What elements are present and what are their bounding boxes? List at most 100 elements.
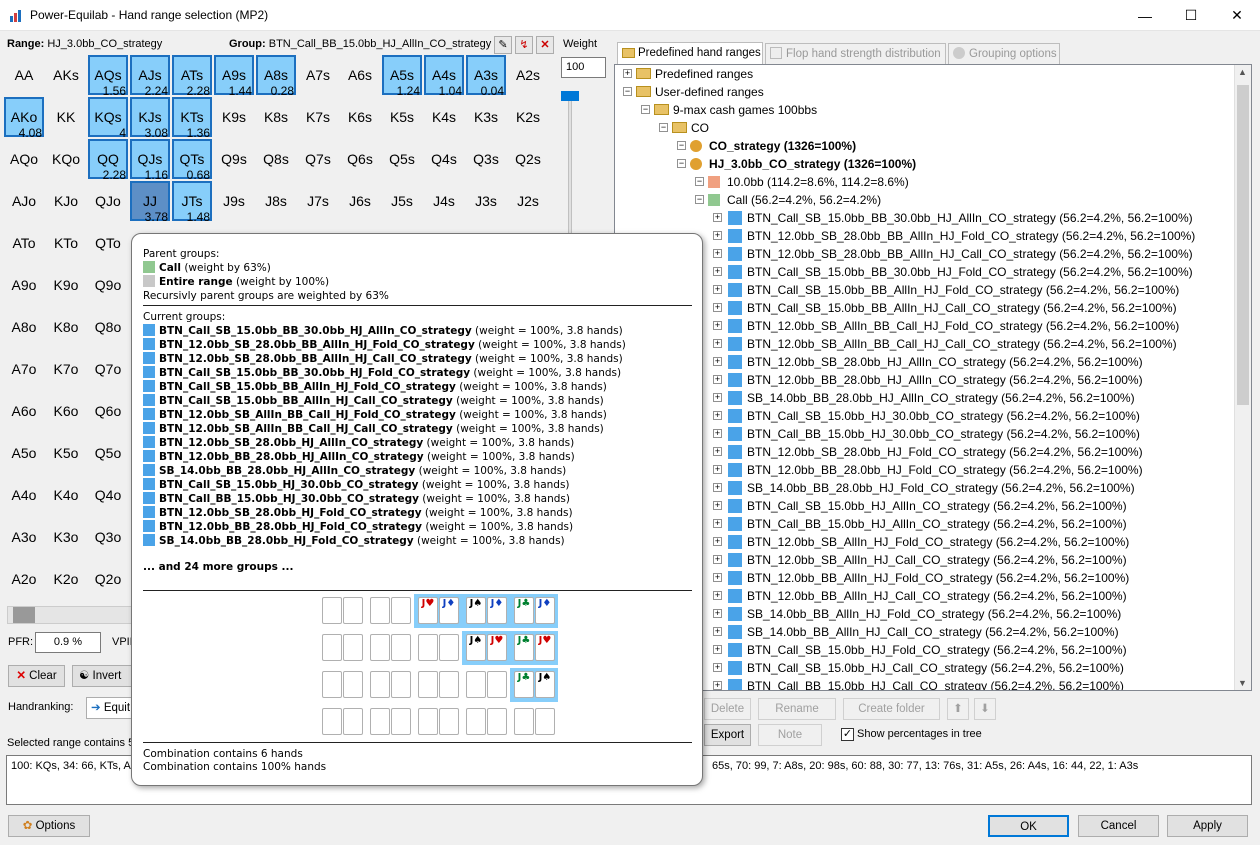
apply-button[interactable]: Apply [1167, 815, 1248, 837]
expand-icon[interactable]: + [713, 663, 722, 672]
playing-card[interactable] [322, 671, 342, 698]
hand-cell[interactable]: ATo [4, 223, 44, 263]
note-button[interactable]: Note [758, 724, 822, 746]
playing-card[interactable] [343, 634, 363, 661]
maximize-button[interactable]: ☐ [1168, 0, 1214, 31]
tree-leaf[interactable]: + BTN_12.0bb_BB_28.0bb_HJ_AllIn_CO_strate… [615, 371, 1230, 389]
hand-cell[interactable]: K2o [46, 559, 86, 599]
cancel-button[interactable]: Cancel [1078, 815, 1159, 837]
tree-scrollbar[interactable]: ▲ ▼ [1234, 65, 1251, 690]
hand-cell[interactable]: Q9o [88, 265, 128, 305]
hand-cell[interactable]: Q6o [88, 391, 128, 431]
hand-cell[interactable]: K4o [46, 475, 86, 515]
expand-icon[interactable]: − [641, 105, 650, 114]
hand-cell[interactable]: AA [4, 55, 44, 95]
expand-icon[interactable]: − [677, 141, 686, 150]
move-up-button[interactable]: ⬆ [947, 698, 969, 720]
playing-card[interactable] [418, 671, 438, 698]
playing-card[interactable] [322, 597, 342, 624]
hand-cell[interactable]: Q8s [256, 139, 296, 179]
hand-cell[interactable]: K6s [340, 97, 380, 137]
tree-leaf[interactable]: + BTN_12.0bb_SB_28.0bb_BB_AllIn_HJ_Call_C… [615, 245, 1230, 263]
expand-icon[interactable]: − [659, 123, 668, 132]
expand-icon[interactable]: + [713, 339, 722, 348]
tree-leaf[interactable]: + BTN_Call_SB_15.0bb_HJ_Fold_CO_strategy … [615, 641, 1230, 659]
tree-node[interactable]: − CO_strategy (1326=100%) [615, 137, 1230, 155]
show-percentages-checkbox[interactable]: ✓ [841, 728, 854, 741]
playing-card[interactable] [343, 671, 363, 698]
playing-card[interactable] [514, 708, 534, 735]
tree-leaf[interactable]: + BTN_12.0bb_BB_AllIn_HJ_Call_CO_strategy… [615, 587, 1230, 605]
playing-card[interactable] [418, 708, 438, 735]
hand-cell[interactable]: Q7o [88, 349, 128, 389]
tree-node[interactable]: − HJ_3.0bb_CO_strategy (1326=100%) [615, 155, 1230, 173]
handranking-select[interactable]: ➔ Equit [86, 697, 136, 719]
hand-cell[interactable]: Q4s [424, 139, 464, 179]
playing-card[interactable] [439, 634, 459, 661]
tree-leaf[interactable]: + BTN_12.0bb_SB_28.0bb_HJ_AllIn_CO_strate… [615, 353, 1230, 371]
hand-cell[interactable]: Q5s [382, 139, 422, 179]
hand-cell[interactable]: J5s [382, 181, 422, 221]
hand-cell[interactable]: J4s [424, 181, 464, 221]
expand-icon[interactable]: + [713, 447, 722, 456]
expand-icon[interactable]: + [623, 69, 632, 78]
expand-icon[interactable]: + [713, 501, 722, 510]
playing-card[interactable] [370, 671, 390, 698]
expand-icon[interactable]: − [677, 159, 686, 168]
hand-cell[interactable]: K7o [46, 349, 86, 389]
hand-cell[interactable]: AKs [46, 55, 86, 95]
tree-leaf[interactable]: + BTN_Call_BB_15.0bb_HJ_Call_CO_strategy … [615, 677, 1230, 690]
hand-cell[interactable]: Q5o [88, 433, 128, 473]
expand-icon[interactable]: + [713, 537, 722, 546]
hand-cell[interactable]: J3s [466, 181, 506, 221]
playing-card[interactable] [466, 671, 486, 698]
hand-cell[interactable]: A3o [4, 517, 44, 557]
tree-leaf[interactable]: + BTN_Call_SB_15.0bb_BB_AllIn_HJ_Call_CO_… [615, 299, 1230, 317]
expand-icon[interactable]: + [713, 627, 722, 636]
playing-card[interactable] [391, 671, 411, 698]
hand-cell[interactable]: K9o [46, 265, 86, 305]
playing-card[interactable] [343, 708, 363, 735]
hand-cell[interactable]: K8o [46, 307, 86, 347]
range-slider-thumb[interactable] [13, 607, 35, 623]
delete-button[interactable]: Delete [704, 698, 751, 720]
hand-cell[interactable]: A4o [4, 475, 44, 515]
playing-card[interactable] [487, 671, 507, 698]
playing-card[interactable] [322, 708, 342, 735]
playing-card[interactable]: J♦ [439, 597, 459, 624]
expand-icon[interactable]: − [695, 177, 704, 186]
export-button[interactable]: Export [704, 724, 751, 746]
hand-cell[interactable]: AQo [4, 139, 44, 179]
playing-card[interactable]: J♥ [535, 634, 555, 661]
hand-cell[interactable]: K2s [508, 97, 548, 137]
hand-cell[interactable]: QJo [88, 181, 128, 221]
tree-leaf[interactable]: + BTN_12.0bb_SB_AllIn_HJ_Fold_CO_strategy… [615, 533, 1230, 551]
hand-cell[interactable]: K4s [424, 97, 464, 137]
expand-icon[interactable]: + [713, 573, 722, 582]
expand-icon[interactable]: + [713, 483, 722, 492]
expand-icon[interactable]: + [713, 213, 722, 222]
hand-cell[interactable]: J8s [256, 181, 296, 221]
minimize-button[interactable]: — [1122, 0, 1168, 31]
invert-button[interactable]: ☯ Invert [72, 665, 132, 687]
tree-leaf[interactable]: + SB_14.0bb_BB_AllIn_HJ_Call_CO_strategy … [615, 623, 1230, 641]
expand-icon[interactable]: + [713, 249, 722, 258]
hand-cell[interactable]: A8o [4, 307, 44, 347]
playing-card[interactable] [439, 708, 459, 735]
hand-cell[interactable]: A7s [298, 55, 338, 95]
hand-cell[interactable]: K3s [466, 97, 506, 137]
hand-cell[interactable]: J7s [298, 181, 338, 221]
expand-icon[interactable]: + [713, 591, 722, 600]
tree-leaf[interactable]: + BTN_12.0bb_BB_28.0bb_HJ_Fold_CO_strateg… [615, 461, 1230, 479]
playing-card[interactable]: J♥ [418, 597, 438, 624]
hand-cell[interactable]: Q6s [340, 139, 380, 179]
tree-leaf[interactable]: + BTN_Call_SB_15.0bb_HJ_30.0bb_CO_strateg… [615, 407, 1230, 425]
playing-card[interactable] [391, 708, 411, 735]
playing-card[interactable] [370, 708, 390, 735]
expand-icon[interactable]: + [713, 303, 722, 312]
tab-predefined-hand-ranges[interactable]: Predefined hand ranges [617, 42, 763, 65]
tree-leaf[interactable]: + BTN_Call_BB_15.0bb_HJ_AllIn_CO_strategy… [615, 515, 1230, 533]
hand-cell[interactable]: KK [46, 97, 86, 137]
hand-cell[interactable]: K7s [298, 97, 338, 137]
expand-icon[interactable]: − [695, 195, 704, 204]
